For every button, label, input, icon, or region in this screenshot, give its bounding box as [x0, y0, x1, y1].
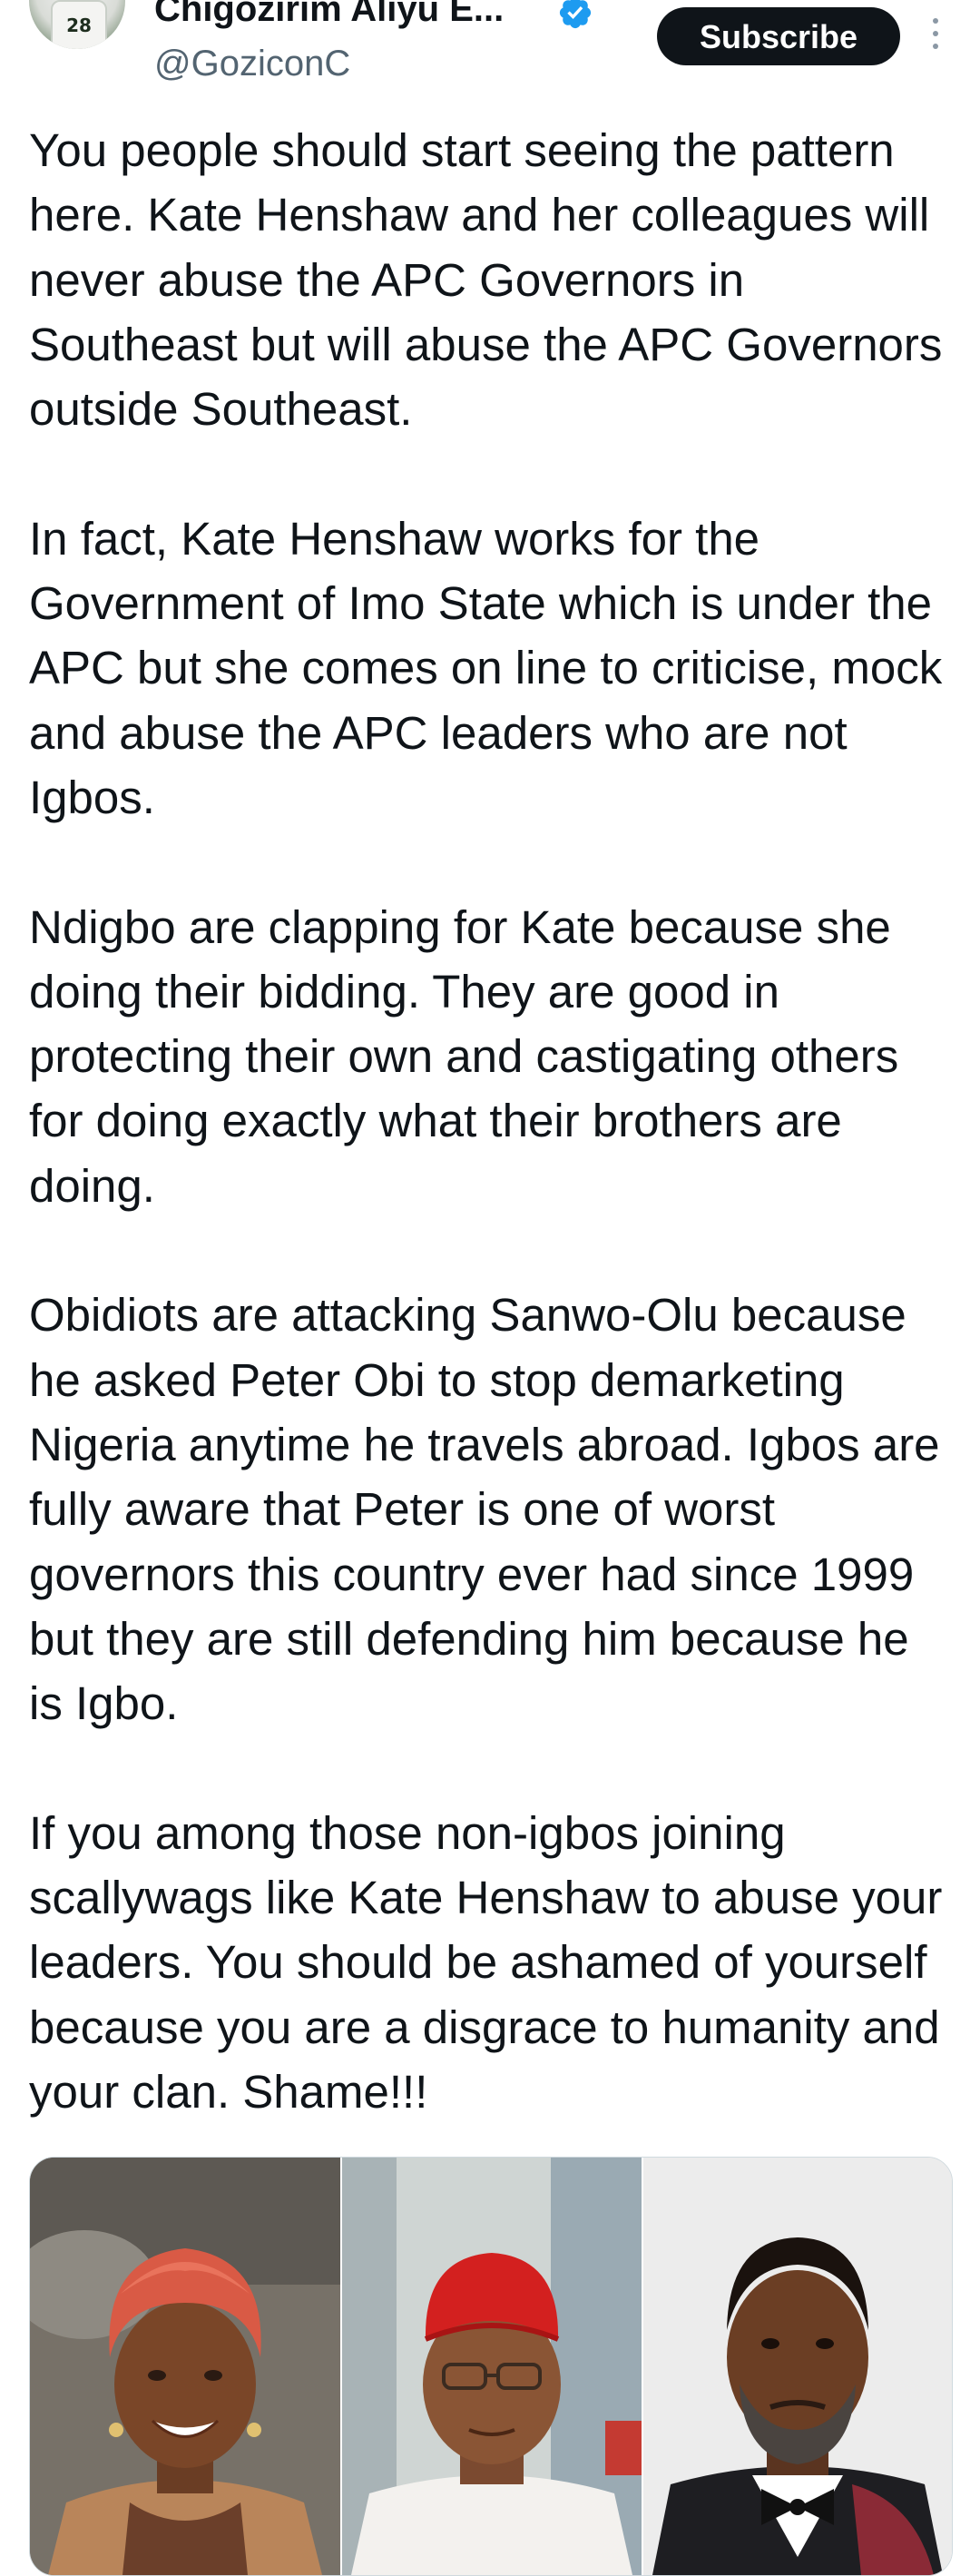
avatar-jersey: 28 — [51, 0, 107, 49]
user-avatar[interactable]: 28 — [29, 0, 125, 49]
tweet-header: 28 Chigozirim Aliyu E... @GoziconC Subsc… — [0, 0, 980, 100]
media-photo-1[interactable] — [30, 2158, 340, 2575]
subscribe-button[interactable]: Subscribe — [657, 7, 900, 65]
verified-badge-icon — [559, 0, 592, 29]
tweet-media[interactable] — [29, 2157, 953, 2576]
tweet-text: You people should start seeing the patte… — [29, 118, 955, 2124]
user-display-name[interactable]: Chigozirim Aliyu E... — [154, 0, 504, 29]
tweet-paragraph-3: Ndigbo are clapping for Kate because she… — [29, 900, 899, 1212]
more-options-icon[interactable] — [922, 13, 949, 60]
man-suit-bowtie-photo-icon — [643, 2158, 952, 2575]
avatar-jersey-number: 28 — [66, 15, 92, 36]
tweet-paragraph-1: You people should start seeing the patte… — [29, 124, 943, 436]
user-handle[interactable]: @GoziconC — [154, 42, 350, 85]
woman-red-headwrap-photo-icon — [30, 2158, 340, 2575]
man-red-cap-photo-icon — [342, 2158, 642, 2575]
tweet-paragraph-5: If you among those non-igbos joining sca… — [29, 1806, 943, 2118]
tweet-paragraph-4: Obidiots are attacking Sanwo-Olu because… — [29, 1289, 940, 1730]
media-photo-3[interactable] — [643, 2158, 952, 2575]
tweet-paragraph-2: In fact, Kate Henshaw works for the Gove… — [29, 512, 943, 823]
media-photo-2[interactable] — [342, 2158, 642, 2575]
